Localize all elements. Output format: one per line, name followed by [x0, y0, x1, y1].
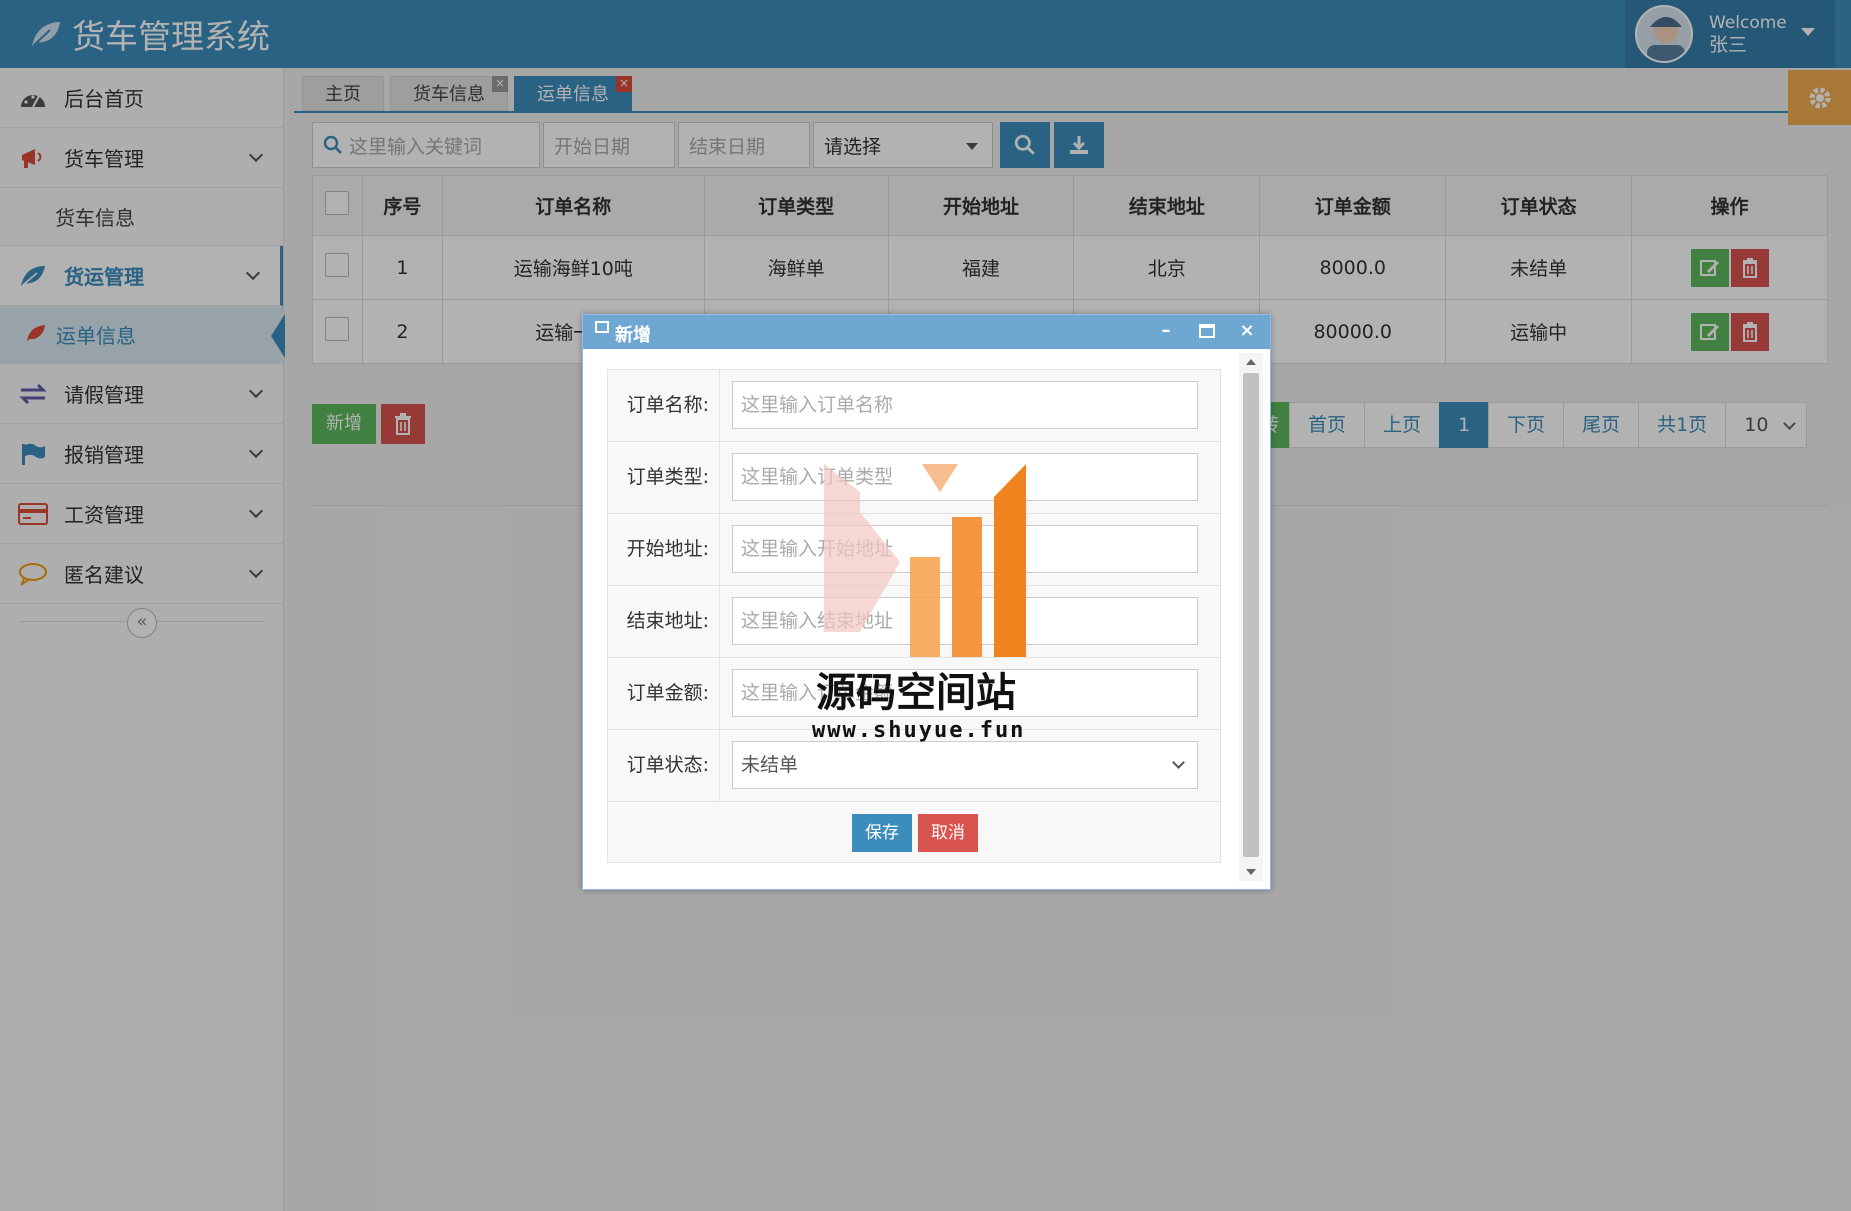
- minimize-button[interactable]: –: [1154, 319, 1178, 343]
- order-name-input[interactable]: 这里输入订单名称: [732, 381, 1198, 429]
- cancel-button[interactable]: 取消: [918, 814, 978, 852]
- dialog-title: 新增: [615, 325, 651, 346]
- window-icon: [595, 321, 609, 333]
- scroll-down-icon[interactable]: [1246, 869, 1256, 875]
- field-label: 开始地址:: [608, 514, 720, 585]
- field-label: 订单类型:: [608, 442, 720, 513]
- field-label: 订单金额:: [608, 658, 720, 729]
- dialog-header[interactable]: 新增 – ×: [583, 315, 1270, 349]
- field-label: 订单名称:: [608, 370, 720, 441]
- maximize-icon: [1199, 324, 1215, 338]
- save-button[interactable]: 保存: [852, 814, 912, 852]
- close-button[interactable]: ×: [1235, 319, 1259, 343]
- dialog-scrollbar[interactable]: [1239, 353, 1263, 881]
- field-label: 订单状态:: [608, 730, 720, 801]
- field-label: 结束地址:: [608, 586, 720, 657]
- form-row-order-name: 订单名称: 这里输入订单名称: [608, 370, 1220, 442]
- watermark-url: www.shuyue.fun: [812, 718, 1026, 743]
- maximize-button[interactable]: [1195, 319, 1219, 343]
- scroll-up-icon[interactable]: [1246, 359, 1256, 365]
- chevron-down-icon: [1172, 756, 1185, 769]
- watermark-text: 源码空间站: [816, 670, 1016, 716]
- scroll-thumb[interactable]: [1243, 373, 1259, 857]
